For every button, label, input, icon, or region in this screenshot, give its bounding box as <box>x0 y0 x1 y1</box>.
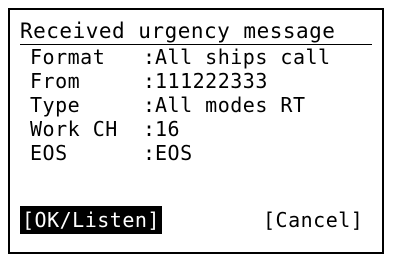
cancel-button[interactable]: [Cancel] <box>263 206 363 234</box>
field-value-from: 111222333 <box>155 69 268 93</box>
field-label-type: Type <box>30 93 81 117</box>
field-separator: : <box>143 45 156 69</box>
field-value-type: All modes RT <box>155 93 306 117</box>
message-fields: Format : All ships call From : 111222333… <box>30 45 370 165</box>
field-format: Format : All ships call <box>30 45 370 69</box>
field-label-format: Format <box>30 45 106 69</box>
field-label-from: From <box>30 69 81 93</box>
field-separator: : <box>143 117 156 141</box>
ok-listen-button[interactable]: [OK/Listen] <box>20 206 162 234</box>
field-from: From : 111222333 <box>30 69 370 93</box>
field-type: Type : All modes RT <box>30 93 370 117</box>
field-label-work-ch: Work CH <box>30 117 118 141</box>
field-value-format: All ships call <box>155 45 331 69</box>
dialog-title: Received urgency message <box>20 19 336 43</box>
field-work-ch: Work CH : 16 <box>30 117 370 141</box>
urgency-message-dialog: Received urgency message Format : All sh… <box>8 8 384 254</box>
field-separator: : <box>143 93 156 117</box>
field-label-eos: EOS <box>30 141 68 165</box>
field-separator: : <box>143 141 156 165</box>
field-value-eos: EOS <box>155 141 193 165</box>
field-value-work-ch: 16 <box>155 117 181 141</box>
field-separator: : <box>143 69 156 93</box>
field-eos: EOS : EOS <box>30 141 370 165</box>
